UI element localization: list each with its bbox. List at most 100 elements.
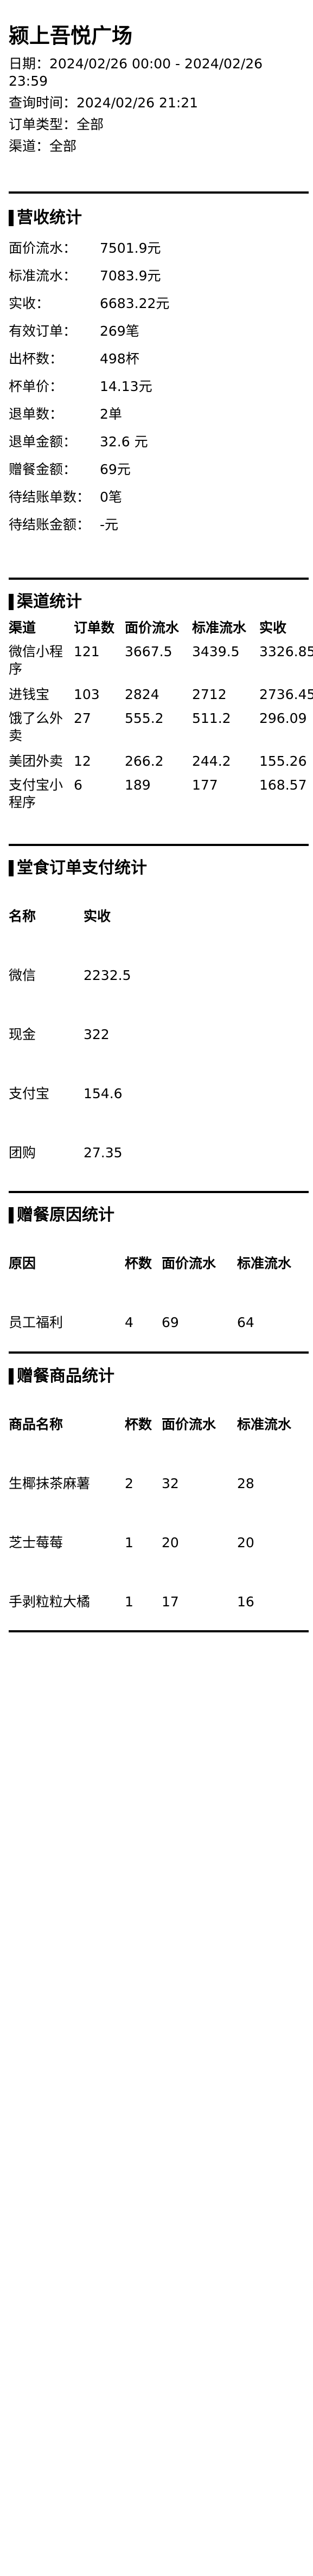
table-cell: 1 <box>125 1534 133 1550</box>
kv-value: 32.6 元 <box>100 434 148 450</box>
gift-product-table: 商品名称 杯数 面价流水 标准流水 生椰抹茶麻薯 2 32 28 芝士莓莓 1 20 20 手剥粒粒大… <box>9 1395 309 1631</box>
table-row: 支付宝 154.6 <box>9 1064 309 1123</box>
section-bar <box>9 1207 14 1223</box>
channel-filter: 渠道：全部 <box>9 138 77 154</box>
table-cell: 27 <box>74 710 91 726</box>
table-cell: 6 <box>74 777 82 793</box>
divider <box>9 1630 309 1632</box>
column-header: 原因 <box>9 1255 36 1271</box>
table-cell: 3326.85 <box>259 644 313 659</box>
column-header: 名称 <box>9 908 36 924</box>
table-cell: 20 <box>162 1534 179 1550</box>
kv-row: 标准流水： 7083.9元 <box>9 267 309 285</box>
table-cell: 支付宝 <box>9 1085 50 1101</box>
section-title: 堂食订单支付统计 <box>9 858 309 878</box>
table-row: 美团外卖 12 266.2 244.2 155.26 <box>9 753 309 777</box>
divider <box>9 1191 309 1193</box>
kv-row: 有效订单： 269笔 <box>9 323 309 340</box>
section-title: 赠餐原因统计 <box>9 1206 309 1225</box>
table-cell: 4 <box>125 1314 133 1330</box>
revenue-list: 面价流水： 7501.9元 标准流水： 7083.9元实收： 6683.22元有效订单：… <box>9 240 309 534</box>
kv-label: 出杯数： <box>9 351 63 367</box>
table-cell: 177 <box>192 777 218 793</box>
table-cell: 155.26 <box>259 753 307 769</box>
channel-section: 渠道统计 渠道 订单数 面价流水 标准流水 实收 微信小程序 121 3667.5 3439.… <box>9 592 313 819</box>
table-row: 进钱宝 103 2824 2712 2736.45 <box>9 686 313 710</box>
table-cell: 244.2 <box>192 753 231 769</box>
column-header: 商品名称 <box>9 1416 63 1432</box>
table-cell: 美团外卖 <box>9 753 63 769</box>
column-header: 渠道 <box>9 620 36 636</box>
kv-value: 7083.9元 <box>100 268 161 284</box>
table-cell: 121 <box>74 644 100 659</box>
table-cell: 27.35 <box>84 1144 123 1161</box>
table-cell: 2824 <box>125 687 159 702</box>
kv-value: 69元 <box>100 462 131 477</box>
kv-label: 标准流水： <box>9 268 77 284</box>
section-bar <box>9 860 14 876</box>
table-cell: 511.2 <box>192 710 231 726</box>
section-bar <box>9 1368 14 1385</box>
kv-value: 14.13元 <box>100 379 152 394</box>
kv-row: 退单数： 2单 <box>9 406 309 423</box>
column-header: 杯数 <box>125 1416 152 1432</box>
table-cell: 3439.5 <box>192 644 240 659</box>
column-header: 实收 <box>84 908 111 924</box>
table-header-row: 渠道 订单数 面价流水 标准流水 实收 <box>9 619 309 643</box>
kv-row: 退单金额： 32.6 元 <box>9 433 309 451</box>
table-cell: 2736.45 <box>259 687 313 702</box>
column-header: 标准流水 <box>237 1255 292 1271</box>
table-row: 微信 2232.5 <box>9 946 309 1005</box>
table-cell: 32 <box>162 1475 179 1491</box>
kv-row: 杯单价： 14.13元 <box>9 378 309 395</box>
table-header-row: 原因 杯数 面价流水 标准流水 <box>9 1234 309 1293</box>
table-cell: 芝士莓莓 <box>9 1534 63 1550</box>
gift-product-section: 赠餐商品统计 商品名称 杯数 面价流水 标准流水 生椰抹茶麻薯 2 32 28 芝士莓莓 1 20… <box>9 1367 309 1631</box>
payment-table: 名称 实收 微信 2232.5 现金 322 支付宝 154.6 团购 27.35 <box>9 887 309 1182</box>
table-row: 团购 27.35 <box>9 1123 309 1182</box>
table-row: 现金 322 <box>9 1005 309 1064</box>
kv-row: 实收： 6683.22元 <box>9 295 309 312</box>
divider <box>9 1351 309 1354</box>
kv-value: -元 <box>100 517 119 533</box>
kv-value: 7501.9元 <box>100 240 161 256</box>
kv-value: 269笔 <box>100 323 139 339</box>
table-cell: 2232.5 <box>84 967 131 983</box>
column-header: 面价流水 <box>162 1255 216 1271</box>
kv-value: 498杯 <box>100 351 139 367</box>
column-header: 杯数 <box>125 1255 152 1271</box>
query-time: 查询时间：2024/02/26 21:21 <box>9 95 199 111</box>
gift-reason-table: 原因 杯数 面价流水 标准流水 员工福利 4 69 64 <box>9 1234 309 1352</box>
table-cell: 296.09 <box>259 710 307 726</box>
column-header: 实收 <box>259 620 287 636</box>
section-title: 赠餐商品统计 <box>9 1367 309 1386</box>
table-cell: 28 <box>237 1475 254 1491</box>
table-cell: 生椰抹茶麻薯 <box>9 1475 91 1491</box>
kv-label: 实收： <box>9 296 50 311</box>
table-row: 饿了么外卖 27 555.2 511.2 296.09 <box>9 710 309 753</box>
table-cell: 2 <box>125 1475 133 1491</box>
channel-table: 渠道 订单数 面价流水 标准流水 实收 微信小程序 121 3667.5 3439.5 3326… <box>9 619 313 819</box>
table-cell: 154.6 <box>84 1085 123 1101</box>
table-row: 微信小程序 121 3667.5 3439.5 3326.85 <box>9 643 313 686</box>
divider <box>9 578 309 580</box>
table-cell: 17 <box>162 1593 179 1610</box>
kv-value: 6683.22元 <box>100 296 170 311</box>
kv-label: 待结账金额： <box>9 517 91 533</box>
table-row: 员工福利 4 69 64 <box>9 1293 309 1352</box>
table-cell: 266.2 <box>125 753 164 769</box>
table-cell: 69 <box>162 1314 179 1330</box>
kv-row: 出杯数： 498杯 <box>9 350 309 368</box>
kv-row: 面价流水： 7501.9元 <box>9 240 309 257</box>
table-row: 生椰抹茶麻薯 2 32 28 <box>9 1454 309 1513</box>
column-header: 订单数 <box>74 620 115 636</box>
table-cell: 进钱宝 <box>9 687 50 702</box>
table-cell: 168.57 <box>259 777 307 793</box>
table-cell: 189 <box>125 777 151 793</box>
table-cell: 员工福利 <box>9 1314 63 1330</box>
column-header: 标准流水 <box>237 1416 292 1432</box>
table-cell: 团购 <box>9 1144 36 1161</box>
kv-row: 赠餐金额： 69元 <box>9 461 309 478</box>
table-row: 支付宝小程序 6 189 177 168.57 <box>9 777 309 819</box>
table-cell: 3667.5 <box>125 644 173 659</box>
